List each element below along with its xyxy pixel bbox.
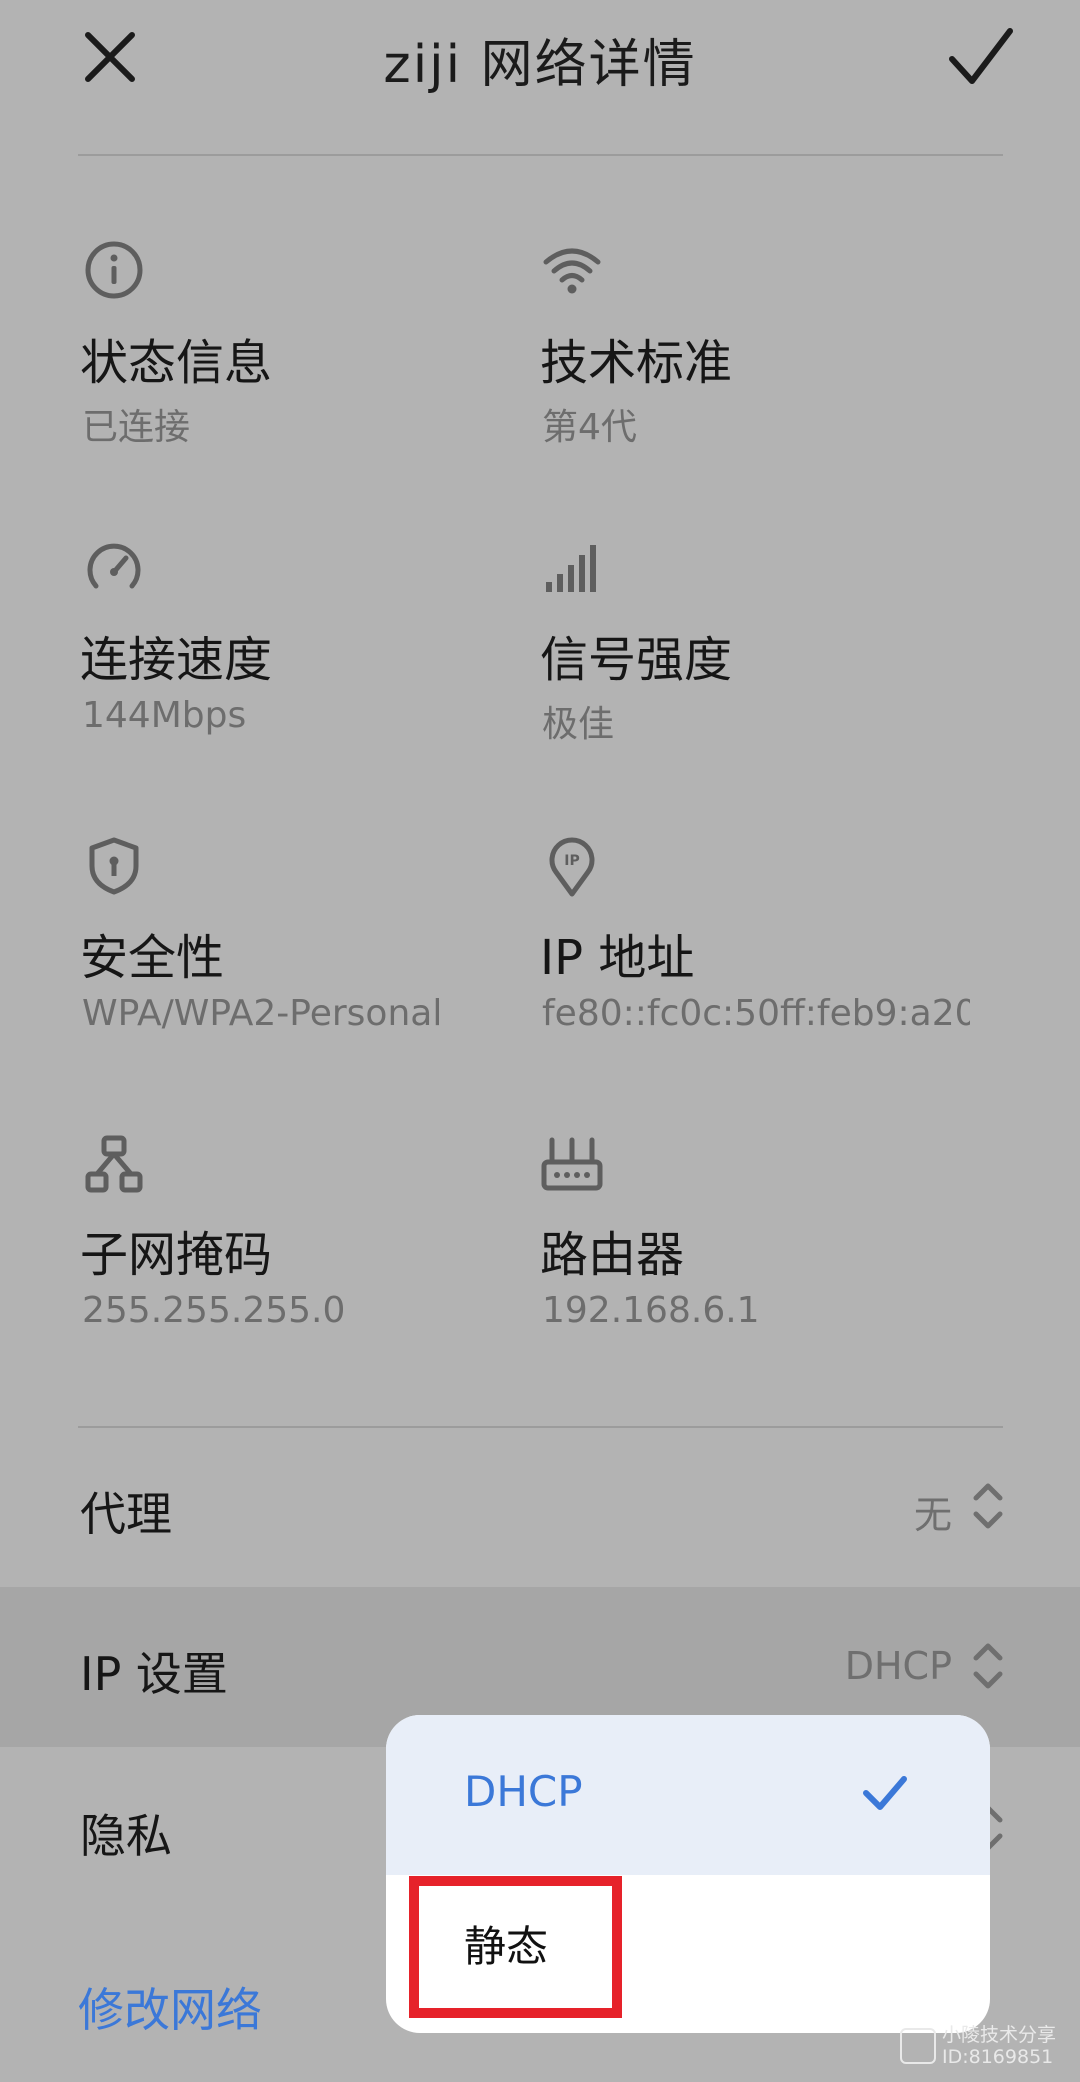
- signal-strength-value: 极佳: [542, 704, 615, 745]
- link-speed-value: 144Mbps: [82, 695, 247, 736]
- ip-address-title: IP 地址: [540, 930, 695, 986]
- section-divider: [78, 1426, 1003, 1428]
- watermark-logo-icon: [900, 2028, 936, 2064]
- security-title: 安全性: [80, 930, 225, 986]
- signal-bars-icon: [540, 536, 604, 600]
- checkmark-icon: [949, 28, 1013, 84]
- dropdown-arrows-icon: [968, 1478, 1008, 1534]
- page-title: ziji 网络详情: [383, 35, 697, 95]
- proxy-label: 代理: [80, 1487, 172, 1541]
- ip-address-value: fe80::fc0c:50ff:feb9:a20c: [542, 993, 970, 1034]
- status-value: 已连接: [82, 407, 191, 448]
- subnet-mask-title: 子网掩码: [80, 1227, 273, 1283]
- wifi-icon: [540, 238, 604, 302]
- info-icon: [82, 238, 146, 302]
- header-divider: [78, 154, 1003, 156]
- dropdown-arrows-icon: [968, 1638, 1008, 1694]
- speed-gauge-icon: [82, 536, 146, 600]
- subnet-icon: [82, 1132, 146, 1196]
- option-dhcp-label: DHCP: [464, 1767, 583, 1816]
- router-value: 192.168.6.1: [542, 1290, 760, 1331]
- router-title: 路由器: [540, 1227, 685, 1283]
- security-value: WPA/WPA2-Personal: [82, 993, 443, 1034]
- status-title: 状态信息: [80, 335, 273, 391]
- modify-network-link[interactable]: 修改网络: [78, 1974, 262, 2040]
- tech-standard-title: 技术标准: [540, 335, 733, 391]
- link-speed-title: 连接速度: [80, 632, 273, 688]
- confirm-button[interactable]: [940, 17, 1020, 97]
- ip-pin-icon: IP: [540, 834, 604, 898]
- highlight-box: [409, 1876, 622, 2018]
- tech-standard-value: 第4代: [542, 407, 637, 448]
- watermark-line1: 小陵技术分享: [942, 2024, 1057, 2046]
- watermark-line2: ID:8169851: [942, 2046, 1054, 2068]
- router-icon: [540, 1132, 604, 1196]
- shield-icon: [82, 834, 146, 898]
- ip-pin-label: IP: [564, 853, 579, 869]
- ip-settings-value: DHCP: [844, 1644, 952, 1688]
- selected-check-icon: [860, 1767, 910, 1817]
- signal-strength-title: 信号强度: [540, 632, 733, 688]
- ip-settings-label: IP 设置: [80, 1647, 228, 1701]
- subnet-mask-value: 255.255.255.0: [82, 1290, 346, 1331]
- privacy-label: 隐私: [80, 1809, 172, 1863]
- proxy-value: 无: [913, 1493, 952, 1537]
- watermark: 小陵技术分享 ID:8169851: [900, 2024, 1070, 2072]
